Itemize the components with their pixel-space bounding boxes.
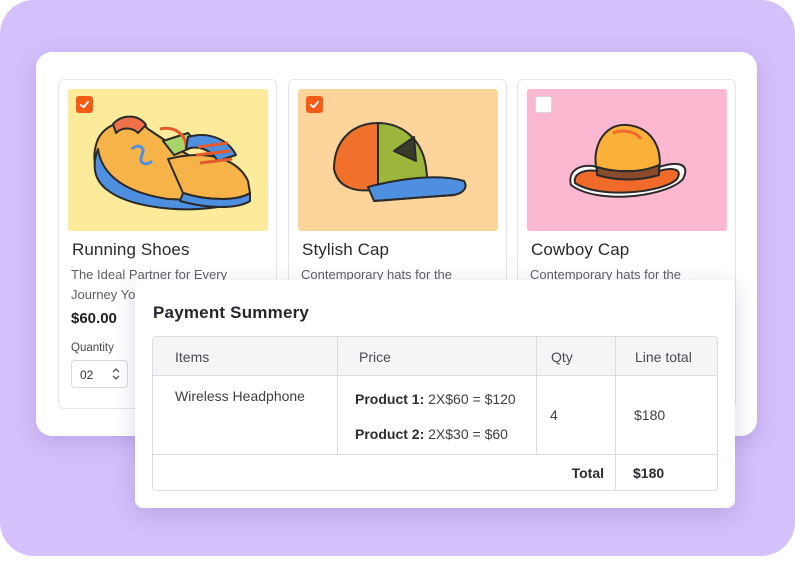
product-image [298, 89, 498, 231]
header-price: Price [359, 349, 391, 365]
table-total-row: Total $180 [153, 455, 717, 490]
payment-summary-title: Payment Summery [153, 303, 310, 322]
table-header-row: Items Price Qty Line total [153, 337, 717, 376]
checkmark-icon [79, 100, 90, 109]
cell-line-total: $180 [634, 407, 666, 423]
checkbox-checked[interactable] [306, 96, 323, 113]
price-line-label: Product 2: [355, 426, 425, 442]
product-image [68, 89, 268, 231]
stepper-arrows-icon[interactable] [112, 367, 120, 381]
cell-qty: 4 [550, 407, 558, 423]
product-price: $60.00 [71, 310, 117, 327]
table-row: Wireless Headphone Product 1: 2X$60 = $1… [153, 376, 717, 455]
cell-price-line-1: Product 1: 2X$60 = $120 [355, 391, 516, 407]
payment-summary-table: Items Price Qty Line total Wireless Head… [152, 336, 718, 491]
checkbox-unchecked[interactable] [535, 96, 552, 113]
total-value: $180 [633, 465, 665, 481]
header-items: Items [175, 349, 210, 365]
cell-item: Wireless Headphone [175, 388, 305, 404]
quantity-stepper[interactable]: 02 [71, 360, 128, 388]
sneaker-icon [93, 115, 251, 211]
cell-price-line-2: Product 2: 2X$30 = $60 [355, 426, 508, 442]
price-line-value: 2X$60 = $120 [428, 391, 516, 407]
header-line-total: Line total [635, 349, 692, 365]
payment-summary-card: Payment Summery Items Price Qty Line tot… [135, 280, 735, 508]
cap-icon [333, 122, 467, 202]
price-line-value: 2X$30 = $60 [428, 426, 508, 442]
cowboy-hat-icon [569, 123, 687, 198]
price-line-label: Product 1: [355, 391, 425, 407]
quantity-value: 02 [80, 368, 94, 382]
checkmark-icon [309, 100, 320, 109]
product-title: Cowboy Cap [531, 240, 630, 259]
checkbox-checked[interactable] [76, 96, 93, 113]
quantity-label: Quantity [71, 342, 114, 354]
product-title: Stylish Cap [302, 240, 390, 259]
product-title: Running Shoes [72, 240, 190, 259]
total-label: Total [571, 465, 604, 481]
product-image [527, 89, 727, 231]
